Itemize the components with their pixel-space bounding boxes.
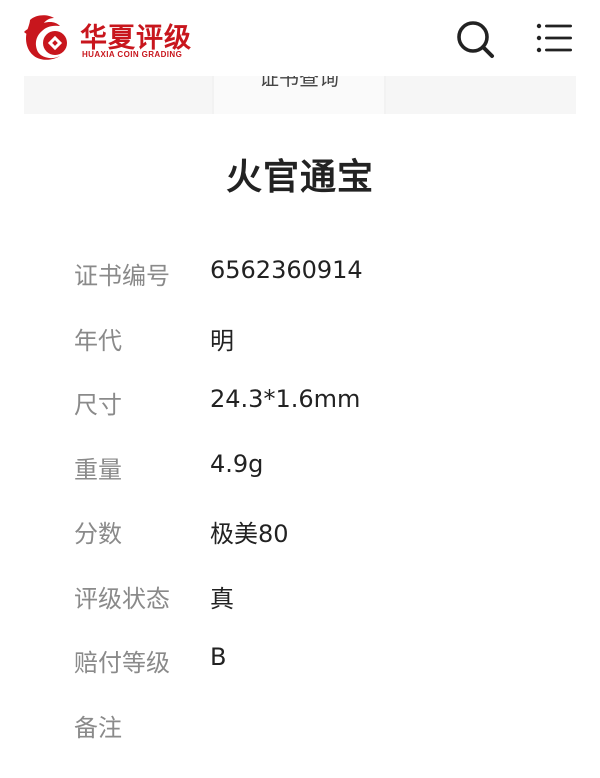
- nav-tab-3[interactable]: [386, 76, 576, 114]
- site-header: 华夏评级 HUAXIA COIN GRADING: [0, 0, 600, 76]
- detail-row-compensation-level: 赔付等级 B: [74, 637, 534, 702]
- detail-value: 6562360914: [210, 256, 363, 284]
- site-logo[interactable]: 华夏评级 HUAXIA COIN GRADING: [22, 12, 192, 62]
- detail-value: 4.9g: [210, 449, 264, 478]
- dragon-coin-logo-icon: [24, 15, 67, 60]
- detail-value: 24.3*1.6mm: [210, 385, 361, 413]
- nav-tab-bar: 证书查询: [24, 76, 576, 114]
- detail-row-certificate-number: 证书编号 6562360914: [74, 250, 534, 315]
- detail-row-score: 分数 极美80: [74, 508, 534, 573]
- detail-label: 分数: [74, 520, 122, 548]
- nav-tab-certificate-query[interactable]: 证书查询: [214, 76, 384, 114]
- detail-row-era: 年代 明: [74, 315, 534, 380]
- menu-button[interactable]: [534, 20, 574, 56]
- detail-label: 证书编号: [74, 262, 170, 290]
- hamburger-menu-icon: [536, 23, 572, 53]
- detail-label: 评级状态: [74, 584, 170, 613]
- detail-row-grading-status: 评级状态 真: [74, 573, 534, 638]
- detail-value: 真: [210, 584, 234, 613]
- detail-row-size: 尺寸 24.3*1.6mm: [74, 379, 534, 444]
- detail-row-remarks: 备注: [74, 702, 534, 767]
- detail-label: 尺寸: [74, 391, 122, 419]
- nav-tab-label: 证书查询: [259, 76, 339, 90]
- detail-value: 明: [210, 326, 234, 355]
- search-button[interactable]: [454, 18, 496, 60]
- detail-value: B: [210, 643, 227, 671]
- detail-label: 赔付等级: [74, 649, 170, 677]
- nav-tab-1[interactable]: [24, 76, 212, 114]
- search-icon: [457, 21, 494, 58]
- certificate-details: 证书编号 6562360914 年代 明 尺寸 24.3*1.6mm 重量 4.…: [74, 250, 534, 766]
- detail-label: 备注: [74, 713, 122, 742]
- coin-title: 火官通宝: [225, 157, 374, 198]
- detail-label: 重量: [74, 455, 122, 484]
- detail-label: 年代: [74, 326, 122, 355]
- logo-english-name: HUAXIA COIN GRADING: [82, 50, 183, 59]
- detail-value: 极美80: [210, 520, 289, 548]
- detail-row-weight: 重量 4.9g: [74, 444, 534, 509]
